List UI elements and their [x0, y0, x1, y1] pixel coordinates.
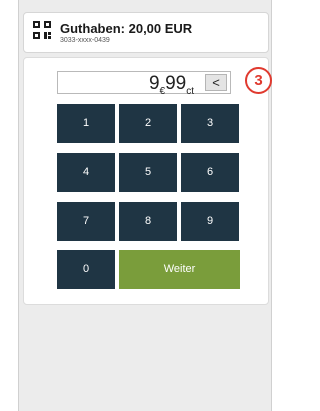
key-8[interactable]: 8 — [119, 202, 177, 241]
keypad-card: 9€99ct < 1 2 3 4 5 6 7 8 9 0 Weiter — [23, 57, 269, 305]
amount-euros: 9 — [148, 73, 160, 94]
amount-value: 9€99ct — [148, 72, 194, 97]
key-7[interactable]: 7 — [57, 202, 115, 241]
key-4[interactable]: 4 — [57, 153, 115, 192]
key-9[interactable]: 9 — [181, 202, 239, 241]
euro-symbol: € — [159, 86, 166, 97]
backspace-button[interactable]: < — [205, 74, 227, 91]
amount-display: 9€99ct < — [57, 71, 231, 97]
step-callout: 3 — [245, 67, 272, 94]
app-screen: Guthaben: 20,00 EUR 3033-xxxx-0439 9€99c… — [18, 0, 272, 411]
qr-code-icon — [33, 21, 51, 39]
balance-title: Guthaben: 20,00 EUR — [60, 21, 193, 36]
card-number: 3033-xxxx-0439 — [60, 37, 110, 44]
key-2[interactable]: 2 — [119, 104, 177, 143]
cent-unit: ct — [186, 86, 194, 97]
key-5[interactable]: 5 — [119, 153, 177, 192]
amount-cents: 99 — [165, 73, 187, 94]
key-1[interactable]: 1 — [57, 104, 115, 143]
continue-button[interactable]: Weiter — [119, 250, 240, 289]
balance-header: Guthaben: 20,00 EUR 3033-xxxx-0439 — [23, 12, 269, 53]
key-3[interactable]: 3 — [181, 104, 239, 143]
key-0[interactable]: 0 — [57, 250, 115, 289]
key-6[interactable]: 6 — [181, 153, 239, 192]
